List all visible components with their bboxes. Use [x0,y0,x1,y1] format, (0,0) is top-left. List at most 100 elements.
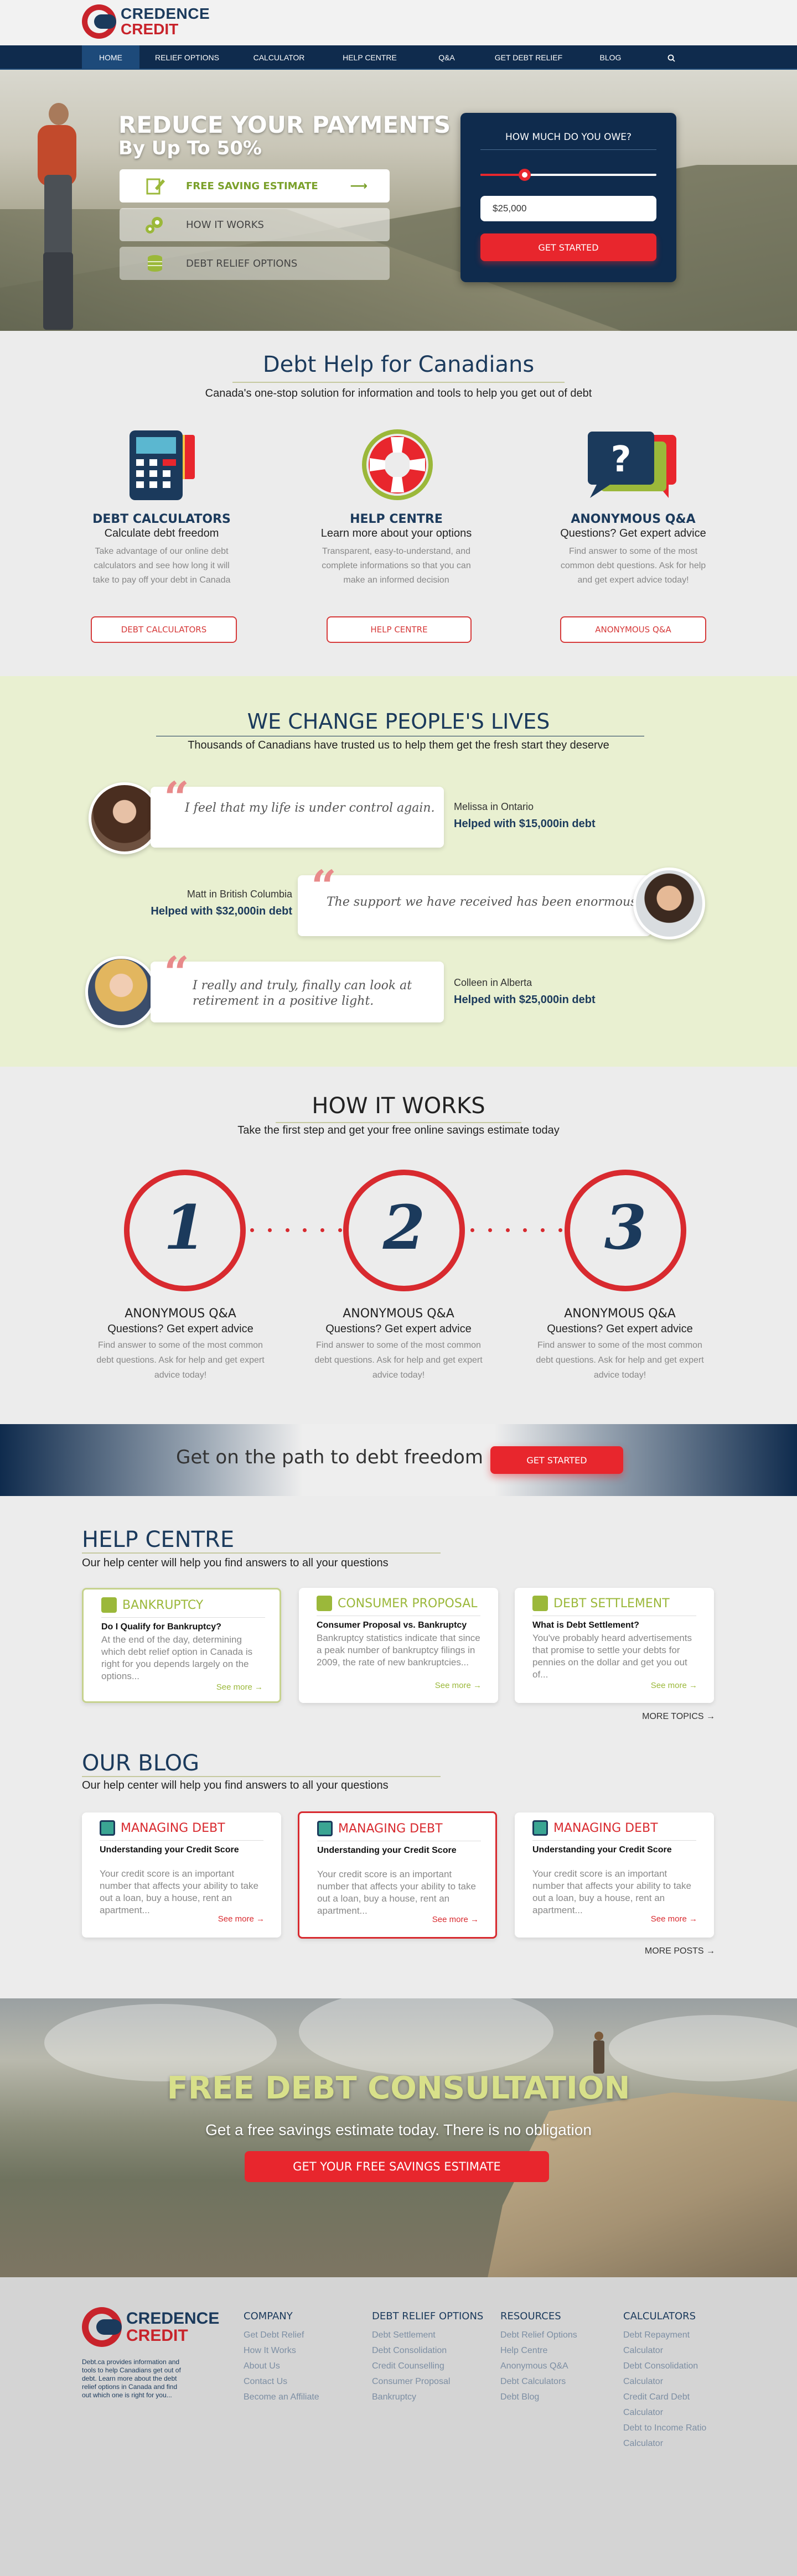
footer-link[interactable]: Contact Us [244,2374,319,2390]
logo-name-line1: CREDENCE [121,5,210,22]
blog-card-3[interactable]: MANAGING DEBT Understanding your Credit … [515,1812,714,1938]
see-more-link[interactable]: See more → [218,1914,265,1924]
how-it-works-button[interactable]: HOW IT WORKS [120,208,390,241]
help-centre-subtitle: Our help center will help you find answe… [82,1557,389,1569]
nav-home[interactable]: HOME [82,45,139,70]
how-step-1-title: ANONYMOUS Q&A [125,1307,236,1321]
footer-link[interactable]: Bankruptcy [372,2390,483,2405]
how-step-1-desc: Find answer to some of the most common d… [96,1341,265,1380]
help-card-category: DEBT SETTLEMENT [532,1596,670,1611]
footer-link[interactable]: Debt Consolidation Calculator [623,2359,723,2390]
how-step-2-desc: Find answer to some of the most common d… [314,1341,483,1380]
see-more-link[interactable]: See more → [435,1681,482,1690]
footer-link[interactable]: Debt Repayment Calculator [623,2328,723,2359]
site-footer: CREDENCE CREDIT Debt.ca provides informa… [0,2277,797,2576]
blog-card-1[interactable]: MANAGING DEBT Understanding your Credit … [82,1812,281,1938]
footer-link[interactable]: How It Works [244,2343,319,2359]
lifebuoy-icon [362,429,433,500]
footer-link[interactable]: Consumer Proposal [372,2374,483,2390]
debt-calculators-desc: Take advantage of our online debt calcul… [92,547,231,585]
testimonial-name-1: Melissa in Ontario [454,801,534,812]
consult-subtitle: Get a free savings estimate today. There… [205,2121,592,2138]
nav-get-debt-relief[interactable]: GET DEBT RELIEF [477,45,580,70]
handshake-icon [532,1596,548,1611]
help-card-consumer-proposal[interactable]: CONSUMER PROPOSAL Consumer Proposal vs. … [299,1588,498,1703]
step-2-circle: 2 [343,1170,465,1291]
help-card-excerpt: You've probably heard advertisements tha… [532,1633,692,1680]
footer-link[interactable]: Debt Consolidation [372,2343,483,2359]
nav-help-centre[interactable]: HELP CENTRE [323,45,416,70]
blog-card-category: MANAGING DEBT [532,1820,658,1836]
search-icon[interactable] [641,45,702,70]
footer-link[interactable]: Debt Relief Options [500,2328,577,2343]
footer-link[interactable]: Help Centre [500,2343,577,2359]
debt-calculators-sub: Calculate debt freedom [104,527,219,539]
footer-link[interactable]: Debt to Income Ratio Calculator [623,2421,723,2452]
calculator-icon [130,430,195,500]
see-more-link[interactable]: See more → [651,1914,697,1924]
footer-link[interactable]: Become an Affiliate [244,2390,319,2405]
help-card-category: BANKRUPTCY [101,1597,203,1613]
step-connector-dots [470,1228,562,1232]
footer-link[interactable]: Debt Calculators [500,2374,577,2390]
help-centre-button[interactable]: HELP CENTRE [327,616,472,643]
brand-logo[interactable]: CREDENCE CREDIT [82,4,210,39]
footer-col-calculators: CALCULATORS Debt Repayment Calculator De… [623,2310,723,2452]
coins-icon [148,255,162,272]
testimonial-quote-2: The support we have received has been en… [327,895,641,909]
footer-logo[interactable]: CREDENCE CREDIT [82,2307,219,2347]
footer-link[interactable]: Credit Counselling [372,2359,483,2374]
anonymous-qa-button[interactable]: ANONYMOUS Q&A [560,616,706,643]
how-step-2-title: ANONYMOUS Q&A [343,1307,454,1321]
money-icon [100,1820,115,1836]
nav-relief-options[interactable]: RELIEF OPTIONS [139,45,235,70]
footer-link[interactable]: Debt Settlement [372,2328,483,2343]
debt-amount-input[interactable] [480,196,656,221]
more-posts-link[interactable]: MORE POSTS → [645,1946,715,1956]
footer-link[interactable]: Credit Card Debt Calculator [623,2390,723,2421]
more-topics-link[interactable]: MORE TOPICS → [642,1712,715,1722]
debt-relief-options-button[interactable]: DEBT RELIEF OPTIONS [120,247,390,280]
path-get-started-button[interactable]: GET STARTED [490,1446,623,1474]
step-2-number: 2 [382,1192,426,1263]
blog-card-excerpt: Your credit score is an important number… [317,1869,476,1916]
debt-calculators-button[interactable]: DEBT CALCULATORS [91,616,237,643]
testimonial-amount-1: Helped with $15,000in debt [454,818,596,830]
step-1-number: 1 [163,1192,206,1263]
testimonial-name-3: Colleen in Alberta [454,977,532,988]
see-more-link[interactable]: See more → [432,1915,479,1924]
free-saving-estimate-button[interactable]: FREE SAVING ESTIMATE ⟶ [120,169,390,202]
nav-calculator[interactable]: CALCULATOR [235,45,323,70]
help-card-category: CONSUMER PROPOSAL [317,1596,478,1611]
get-started-button[interactable]: GET STARTED [480,233,656,261]
footer-link[interactable]: About Us [244,2359,319,2374]
free-savings-estimate-button[interactable]: GET YOUR FREE SAVINGS ESTIMATE [245,2151,549,2182]
nav-blog[interactable]: BLOG [580,45,641,70]
blog-card-category-label: MANAGING DEBT [338,1821,443,1836]
help-card-category-label: DEBT SETTLEMENT [553,1596,670,1611]
svg-text:?: ? [610,439,631,480]
cliff-image [487,2092,797,2277]
consult-title: FREE DEBT CONSULTATION [167,2070,630,2106]
footer-col-resources: RESOURCES Debt Relief Options Help Centr… [500,2310,577,2405]
footer-link[interactable]: Debt Blog [500,2390,577,2405]
footer-link[interactable]: Anonymous Q&A [500,2359,577,2374]
help-card-category-label: CONSUMER PROPOSAL [338,1596,478,1611]
help-card-bankruptcy[interactable]: BANKRUPTCY Do I Qualify for Bankruptcy? … [82,1588,281,1703]
free-saving-estimate-label: FREE SAVING ESTIMATE [186,180,318,192]
step-3-circle: 3 [565,1170,686,1291]
debt-slider-handle[interactable] [518,169,531,181]
testimonial-quote-3: I really and truly, finally can look at … [193,979,412,1008]
see-more-link[interactable]: See more → [651,1681,697,1690]
testimonial-quote-1: I feel that my life is under control aga… [185,801,435,815]
how-step-1: ANONYMOUS Q&A Questions? Get expert advi… [92,1307,269,1383]
free-consultation-banner: FREE DEBT CONSULTATION Get a free saving… [0,1998,797,2277]
help-card-debt-settlement[interactable]: DEBT SETTLEMENT What is Debt Settlement?… [515,1588,714,1703]
see-more-link[interactable]: See more → [216,1682,263,1692]
footer-link[interactable]: Get Debt Relief [244,2328,319,2343]
how-step-3-title: ANONYMOUS Q&A [564,1307,676,1321]
path-text: Get on the path to debt freedom [176,1446,483,1468]
blog-card-2[interactable]: MANAGING DEBT Understanding your Credit … [298,1811,497,1939]
nav-qa[interactable]: Q&A [416,45,477,70]
hero-banner: REDUCE YOUR PAYMENTS By Up To 50% FREE S… [0,70,797,331]
